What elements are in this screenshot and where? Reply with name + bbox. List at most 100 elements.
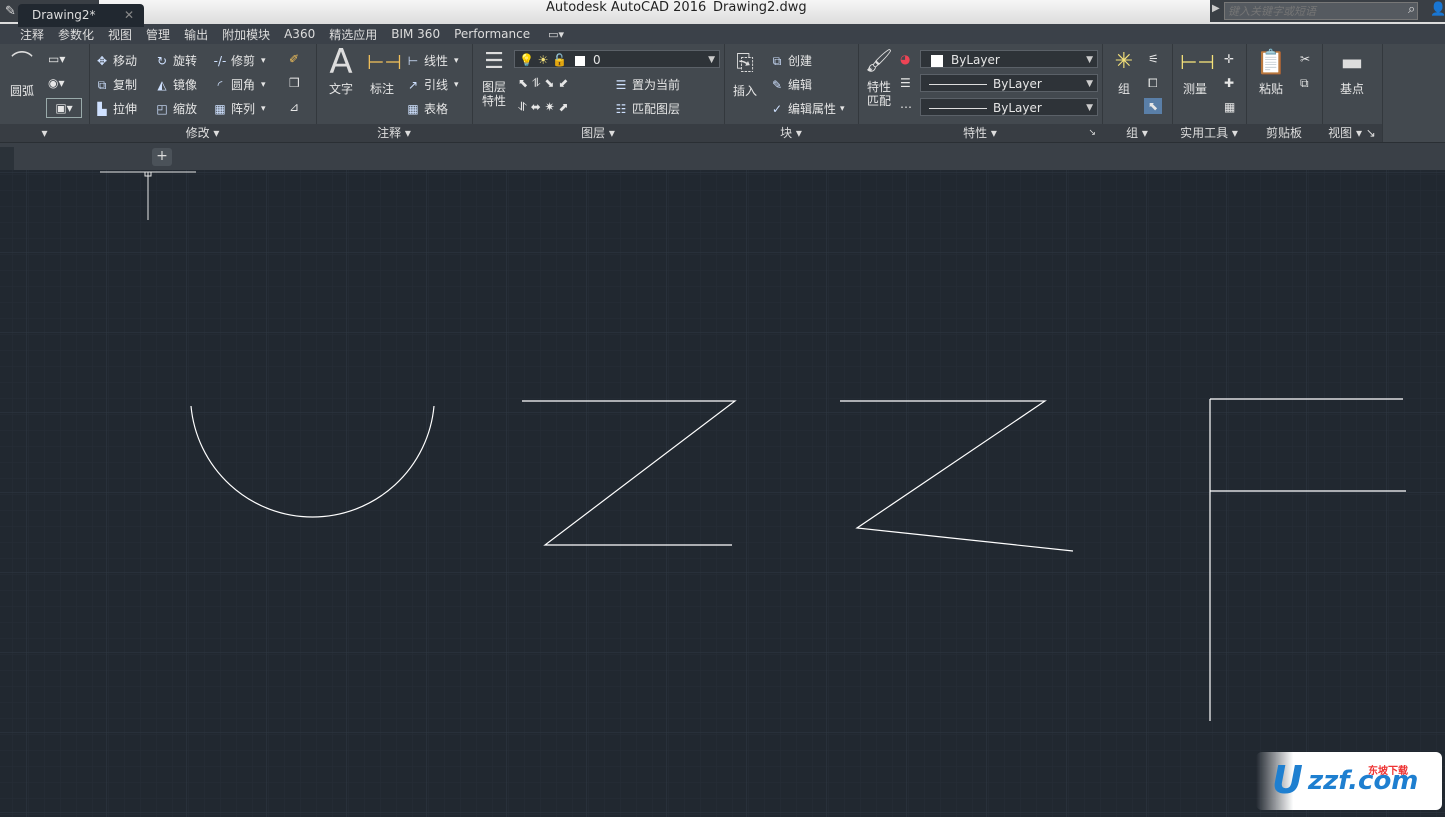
stretch-button[interactable]: ▙ 拉伸 — [95, 100, 137, 117]
text-icon: A — [329, 42, 353, 82]
paste-icon: 📋 — [1256, 48, 1286, 76]
layers-panel-label[interactable]: 图层 ▾ — [472, 124, 724, 142]
match-layer-button[interactable]: ☷ 匹配图层 — [614, 100, 680, 117]
window-file-name: Drawing2.dwg — [713, 0, 807, 15]
new-tab-button[interactable]: + — [152, 148, 172, 166]
properties-panel-label[interactable]: 特性 ▾ ↘ — [858, 124, 1102, 142]
group-select-icon[interactable]: ⬉ — [1144, 98, 1163, 114]
match-properties-button[interactable]: 🖌 特性 匹配 — [860, 46, 898, 108]
explode-icon[interactable]: ❒ — [289, 76, 300, 90]
search-area: ▶ ⌕ 👤 — [1210, 0, 1445, 22]
tab-performance[interactable]: Performance — [454, 27, 530, 41]
grid — [0, 170, 1445, 817]
move-button[interactable]: ✥ 移动 — [95, 52, 137, 69]
layer-dropdown[interactable]: 💡 ☀ 🔓 0 ▼ — [514, 50, 720, 68]
layer-tools-row2-icons[interactable]: ⥯ ⬌ ✷ ⬈ — [518, 100, 569, 115]
chevron-down-icon: ▼ — [708, 55, 715, 65]
copy-clip-icon[interactable]: ⧉ — [1300, 76, 1309, 91]
block-panel: ⎘ 插入 ⧉ 创建 ✎ 编辑 ✓ 编辑属性 ▾ 块 ▾ — [724, 44, 859, 142]
block-panel-label[interactable]: 块 ▾ — [724, 124, 858, 142]
color-value: ByLayer — [951, 53, 1000, 67]
arc-button[interactable]: ⌒ 圆弧 — [4, 48, 40, 99]
match-properties-label-2: 匹配 — [866, 94, 891, 108]
edit-attributes-button[interactable]: ✓ 编辑属性 ▾ — [770, 100, 845, 117]
utilities-panel-label[interactable]: 实用工具 ▾ — [1172, 124, 1246, 142]
color-dropdown[interactable]: ByLayer ▼ — [920, 50, 1098, 68]
base-button[interactable]: ▬ 基点 — [1330, 46, 1374, 97]
rotate-button[interactable]: ↻ 旋转 — [155, 52, 197, 69]
user-icon[interactable]: 👤 — [1430, 2, 1445, 17]
tab-featured-apps[interactable]: 精选应用 — [329, 26, 377, 43]
tab-output[interactable]: 输出 — [184, 26, 208, 43]
dimension-button[interactable]: ⊢⊣ 标注 — [364, 46, 402, 97]
trim-icon: -/- — [213, 53, 227, 68]
close-icon[interactable]: ✕ — [124, 4, 134, 26]
table-button[interactable]: ▦ 表格 — [406, 100, 448, 117]
ungroup-icon[interactable]: ⚟ — [1148, 52, 1159, 66]
layer-tools-row1-icons[interactable]: ⬉ ⥮ ⬊ ⬋ — [518, 76, 568, 91]
app-menu-icon[interactable]: ✎ — [5, 4, 16, 19]
region-icon[interactable]: ▣▾ — [46, 98, 82, 118]
rectangle-icon[interactable]: ▭▾ — [48, 52, 65, 66]
tab-parametric[interactable]: 参数化 — [58, 26, 94, 43]
text-button[interactable]: A 文字 — [324, 42, 358, 97]
set-current-button[interactable]: ☰ 置为当前 — [614, 76, 680, 93]
mirror-label: 镜像 — [173, 78, 198, 92]
layer-properties-button[interactable]: ☰ 图层 特性 — [476, 46, 512, 108]
ribbon-minimize-icon[interactable]: ▭▾ — [548, 28, 564, 41]
document-tab[interactable]: Drawing2* ✕ — [18, 4, 144, 27]
binoculars-icon[interactable]: ⌕ — [1408, 2, 1415, 17]
copy-button[interactable]: ⧉ 复制 — [95, 76, 137, 93]
scale-button[interactable]: ◰ 缩放 — [155, 100, 197, 117]
group-edit-icon[interactable]: ⧠ — [1148, 76, 1158, 91]
tab-annotate[interactable]: 注释 — [20, 26, 44, 43]
expand-search-icon[interactable]: ▶ — [1212, 3, 1220, 14]
array-button[interactable]: ▦ 阵列 ▾ — [213, 100, 265, 117]
annotation-panel-label[interactable]: 注释 ▾ — [316, 124, 472, 142]
modify-panel-label[interactable]: 修改 ▾ — [89, 124, 316, 142]
watermark-letter: U — [1272, 758, 1303, 802]
cut-icon[interactable]: ✂ — [1300, 52, 1310, 66]
groups-panel-label[interactable]: 组 ▾ — [1102, 124, 1172, 142]
layer-properties-icon: ☰ — [484, 49, 504, 74]
dimension-label: 标注 — [369, 82, 394, 96]
paste-button[interactable]: 📋 粘贴 — [1250, 46, 1292, 97]
fillet-button[interactable]: ◜ 圆角 ▾ — [213, 76, 266, 93]
linetype-preview — [929, 84, 987, 85]
calculator-icon[interactable]: ▦ — [1224, 100, 1235, 114]
erase-icon[interactable]: ✐ — [289, 52, 299, 66]
hatch-icon[interactable]: ◉▾ — [48, 76, 65, 90]
mirror-button[interactable]: ◭ 镜像 — [155, 76, 197, 93]
linear-label: 线性 — [424, 54, 449, 68]
create-block-button[interactable]: ⧉ 创建 — [770, 52, 812, 69]
drawing-canvas[interactable] — [0, 170, 1445, 817]
search-input[interactable] — [1224, 2, 1418, 20]
tab-bim360[interactable]: BIM 360 — [391, 27, 440, 41]
quick-select-icon[interactable]: ✛ — [1224, 52, 1234, 66]
file-tab-icon[interactable] — [0, 147, 14, 170]
linetype-dropdown[interactable]: ByLayer ▼ — [920, 74, 1098, 92]
properties-panel: 🖌 特性 匹配 ◕ ☰ ⋯ ByLayer ▼ ByLayer ▼ ByLaye… — [858, 44, 1103, 142]
trim-button[interactable]: -/- 修剪 ▾ — [213, 52, 266, 69]
point-icon[interactable]: ✚ — [1224, 76, 1234, 90]
watermark-logo: U zzf.com 东坡下载 — [1256, 752, 1442, 810]
linear-button[interactable]: ⊢ 线性 ▾ — [406, 52, 459, 69]
document-tab-bar — [0, 143, 1445, 170]
paste-label: 粘贴 — [1258, 82, 1283, 96]
draw-panel-label[interactable]: ▾ — [0, 124, 89, 142]
tab-a360[interactable]: A360 — [284, 27, 315, 41]
leader-button[interactable]: ↗ 引线 ▾ — [406, 76, 459, 93]
insert-button[interactable]: ⎘ 插入 — [726, 48, 764, 99]
tab-view[interactable]: 视图 — [108, 26, 132, 43]
tab-addins[interactable]: 附加模块 — [222, 26, 270, 43]
edit-block-button[interactable]: ✎ 编辑 — [770, 76, 812, 93]
lineweight-dropdown[interactable]: ByLayer ▼ — [920, 98, 1098, 116]
offset-icon[interactable]: ⊿ — [289, 100, 299, 114]
chevron-down-icon: ▼ — [1086, 103, 1093, 113]
clipboard-panel-label[interactable]: 剪贴板 — [1246, 124, 1322, 142]
stretch-icon: ▙ — [97, 101, 107, 116]
measure-button[interactable]: ⊢⊣ 测量 — [1174, 46, 1216, 97]
view-panel-label[interactable]: 视图 ▾ ↘ — [1322, 124, 1382, 142]
tab-manage[interactable]: 管理 — [146, 26, 170, 43]
group-button[interactable]: ✳ 组 — [1106, 46, 1142, 97]
